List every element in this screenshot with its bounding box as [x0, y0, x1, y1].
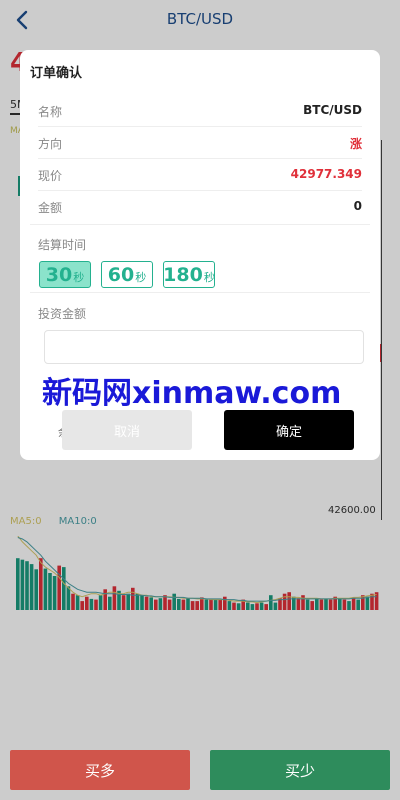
info-label: 名称	[38, 105, 63, 119]
invest-amount-label: 投资金额	[38, 307, 87, 321]
time-option-30[interactable]: 30 秒	[39, 261, 91, 288]
buy-short-button[interactable]: 买少	[210, 750, 390, 790]
time-option-180[interactable]: 180 秒	[163, 261, 215, 288]
buy-long-button[interactable]: 买多	[10, 750, 190, 790]
amount-value: 0	[353, 199, 362, 213]
divider	[30, 224, 370, 225]
time-option-unit: 秒	[203, 271, 215, 284]
settle-time-label: 结算时间	[38, 238, 87, 252]
symbol-value: BTC/USD	[303, 103, 362, 117]
price-value: 42977.349	[290, 167, 362, 181]
info-label: 现价	[38, 169, 63, 183]
confirm-button[interactable]: 确定	[224, 410, 354, 450]
time-option-unit: 秒	[73, 271, 85, 284]
time-option-value: 60	[107, 263, 135, 286]
cancel-button[interactable]: 取消	[62, 410, 192, 450]
time-option-value: 30	[45, 263, 73, 286]
direction-value: 涨	[349, 137, 362, 151]
watermark-text: 新码网xinmaw.com	[42, 376, 342, 411]
invest-amount-input[interactable]	[44, 330, 364, 364]
time-option-unit: 秒	[135, 271, 147, 284]
info-row-amount: 金额 0	[38, 191, 362, 223]
dialog-title: 订单确认	[30, 66, 83, 81]
divider	[30, 292, 370, 293]
time-option-value: 180	[163, 263, 203, 286]
info-label: 金额	[38, 201, 63, 215]
info-row-name: 名称 BTC/USD	[38, 95, 362, 127]
info-row-direction: 方向 涨	[38, 127, 362, 159]
info-label: 方向	[38, 137, 63, 151]
time-option-60[interactable]: 60 秒	[101, 261, 153, 288]
info-row-price: 现价 42977.349	[38, 159, 362, 191]
